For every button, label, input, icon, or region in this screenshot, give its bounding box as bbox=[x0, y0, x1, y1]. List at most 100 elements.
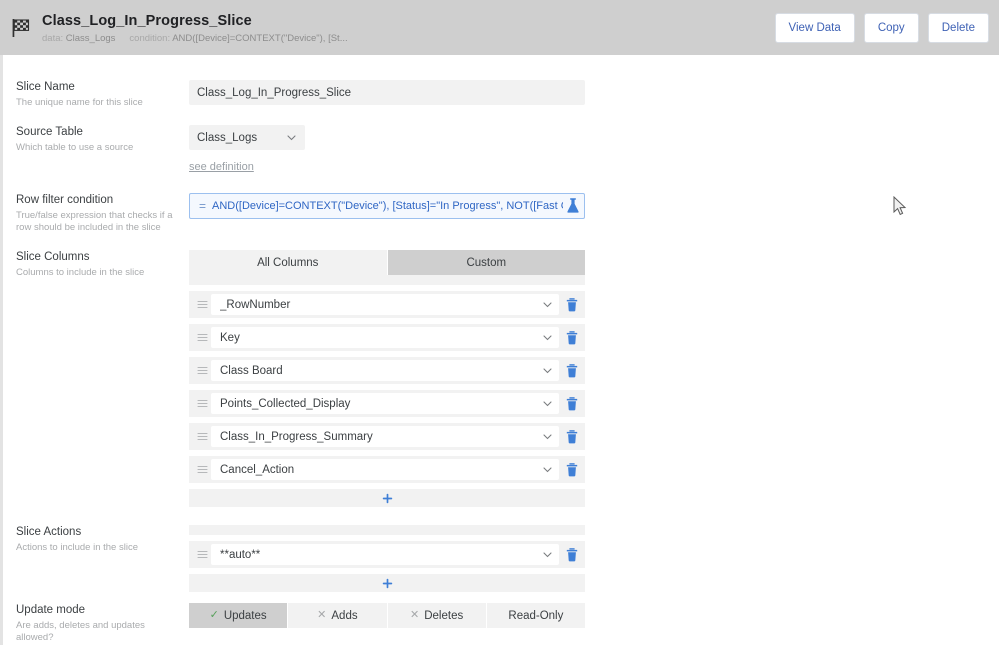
check-icon: ✓ bbox=[209, 609, 219, 621]
source-table-select[interactable]: Class_Logs bbox=[189, 125, 305, 150]
table-row: Key bbox=[189, 324, 585, 351]
mode-deletes[interactable]: ✕ Deletes bbox=[387, 603, 487, 628]
slice-name-input[interactable]: Class_Log_In_Progress_Slice bbox=[189, 80, 585, 105]
cross-icon: ✕ bbox=[410, 609, 420, 621]
plus-icon bbox=[382, 493, 393, 504]
column-select[interactable]: _RowNumber bbox=[211, 294, 559, 315]
slice-columns-label: Slice Columns bbox=[16, 251, 90, 263]
header-button-group: View Data Copy Delete bbox=[774, 12, 989, 43]
meta-condition-key: condition: bbox=[129, 33, 171, 44]
column-value: Key bbox=[220, 331, 240, 344]
source-table-label: Source Table bbox=[16, 126, 83, 138]
chevron-down-icon bbox=[542, 549, 553, 560]
list-item: **auto** bbox=[189, 541, 585, 568]
delete-column-icon[interactable] bbox=[565, 363, 579, 379]
column-value: Cancel_Action bbox=[220, 463, 295, 476]
row-filter-label-col: Row filter condition True/false expressi… bbox=[16, 193, 181, 234]
source-table-field-col: Class_Logs see definition bbox=[189, 125, 585, 175]
source-table-value: Class_Logs bbox=[197, 131, 258, 144]
slice-columns-field-col: All Columns Custom _RowNumber Key Class … bbox=[189, 250, 585, 507]
slice-name-desc: The unique name for this slice bbox=[16, 97, 143, 108]
slice-columns-list-spacer bbox=[189, 275, 585, 285]
slice-name-field-col: Class_Log_In_Progress_Slice bbox=[189, 80, 585, 105]
column-select[interactable]: Cancel_Action bbox=[211, 459, 559, 480]
drag-handle-icon[interactable] bbox=[193, 329, 211, 347]
delete-column-icon[interactable] bbox=[565, 330, 579, 346]
chevron-down-icon bbox=[542, 299, 553, 310]
source-table-label-col: Source Table Which table to use a source bbox=[16, 125, 181, 154]
drag-handle-icon[interactable] bbox=[193, 362, 211, 380]
add-column-button[interactable] bbox=[189, 489, 585, 507]
action-value: **auto** bbox=[220, 548, 261, 561]
equals-icon: = bbox=[198, 199, 206, 213]
cross-icon: ✕ bbox=[317, 609, 327, 621]
row-filter-field-col: = AND([Device]=CONTEXT("Device"), [Statu… bbox=[189, 193, 585, 219]
slice-columns-label-col: Slice Columns Columns to include in the … bbox=[16, 250, 181, 279]
action-select[interactable]: **auto** bbox=[211, 544, 559, 565]
tab-all-columns[interactable]: All Columns bbox=[189, 250, 388, 275]
slice-columns-desc: Columns to include in the slice bbox=[16, 267, 145, 278]
drag-handle-icon[interactable] bbox=[193, 461, 211, 479]
checkered-flag-icon bbox=[8, 15, 34, 41]
drag-handle-icon[interactable] bbox=[193, 428, 211, 446]
slice-actions-field-col: **auto** bbox=[189, 525, 585, 592]
column-select[interactable]: Key bbox=[211, 327, 559, 348]
delete-column-icon[interactable] bbox=[565, 396, 579, 412]
mode-deletes-label: Deletes bbox=[424, 609, 464, 622]
column-value: _RowNumber bbox=[220, 298, 291, 311]
column-value: Class Board bbox=[220, 364, 283, 377]
copy-button[interactable]: Copy bbox=[863, 12, 919, 43]
column-select[interactable]: Class_In_Progress_Summary bbox=[211, 426, 559, 447]
mode-read-only-label: Read-Only bbox=[508, 609, 564, 622]
tab-custom[interactable]: Custom bbox=[387, 250, 585, 275]
table-row: Points_Collected_Display bbox=[189, 390, 585, 417]
column-select[interactable]: Points_Collected_Display bbox=[211, 393, 559, 414]
drag-handle-icon[interactable] bbox=[193, 296, 211, 314]
chevron-down-icon bbox=[542, 431, 553, 442]
drag-handle-icon[interactable] bbox=[193, 395, 211, 413]
meta-data-key: data: bbox=[42, 33, 64, 44]
mode-read-only[interactable]: Read-Only bbox=[486, 603, 585, 628]
slice-name-label: Slice Name bbox=[16, 81, 75, 93]
update-mode-tabs: ✓ Updates ✕ Adds ✕ Deletes Read-Only bbox=[189, 603, 585, 628]
slice-name-label-col: Slice Name The unique name for this slic… bbox=[16, 80, 181, 109]
column-value: Class_In_Progress_Summary bbox=[220, 430, 373, 443]
update-mode-label-col: Update mode Are adds, deletes and update… bbox=[16, 603, 181, 644]
delete-action-icon[interactable] bbox=[565, 547, 579, 563]
meta-data-value: Class_Logs bbox=[65, 33, 116, 44]
view-data-button[interactable]: View Data bbox=[774, 12, 855, 43]
mode-updates[interactable]: ✓ Updates bbox=[189, 603, 289, 628]
flask-icon[interactable] bbox=[565, 197, 581, 215]
plus-icon bbox=[382, 578, 393, 589]
slice-actions-label-col: Slice Actions Actions to include in the … bbox=[16, 525, 181, 554]
chevron-down-icon bbox=[542, 332, 553, 343]
chevron-down-icon bbox=[542, 464, 553, 475]
drag-handle-icon[interactable] bbox=[193, 546, 211, 564]
slice-actions-label: Slice Actions bbox=[16, 526, 82, 538]
add-action-button[interactable] bbox=[189, 574, 585, 592]
mode-updates-label: Updates bbox=[223, 609, 267, 622]
mode-adds-label: Adds bbox=[331, 609, 358, 622]
delete-column-icon[interactable] bbox=[565, 297, 579, 313]
chevron-down-icon bbox=[542, 398, 553, 409]
table-row: _RowNumber bbox=[189, 291, 585, 318]
column-value: Points_Collected_Display bbox=[220, 397, 351, 410]
editor-body: Slice Name The unique name for this slic… bbox=[0, 55, 999, 645]
chevron-down-icon bbox=[542, 365, 553, 376]
slice-columns-tabs: All Columns Custom bbox=[189, 250, 585, 275]
mode-adds[interactable]: ✕ Adds bbox=[288, 603, 388, 628]
delete-column-icon[interactable] bbox=[565, 429, 579, 445]
see-definition-link[interactable]: see definition bbox=[189, 161, 254, 173]
update-mode-desc: Are adds, deletes and updates allowed? bbox=[16, 620, 145, 643]
meta-condition-value: AND([Device]=CONTEXT("Device"), [St... bbox=[172, 33, 348, 44]
chevron-down-icon bbox=[286, 132, 297, 143]
source-table-desc: Which table to use a source bbox=[16, 142, 134, 153]
delete-column-icon[interactable] bbox=[565, 462, 579, 478]
column-select[interactable]: Class Board bbox=[211, 360, 559, 381]
table-row: Class_In_Progress_Summary bbox=[189, 423, 585, 450]
delete-button[interactable]: Delete bbox=[927, 12, 989, 43]
row-filter-formula-input[interactable]: = AND([Device]=CONTEXT("Device"), [Statu… bbox=[189, 193, 585, 219]
slice-actions-list-spacer bbox=[189, 525, 585, 535]
page-title: Class_Log_In_Progress_Slice bbox=[42, 13, 252, 29]
row-filter-label: Row filter condition bbox=[16, 194, 114, 206]
